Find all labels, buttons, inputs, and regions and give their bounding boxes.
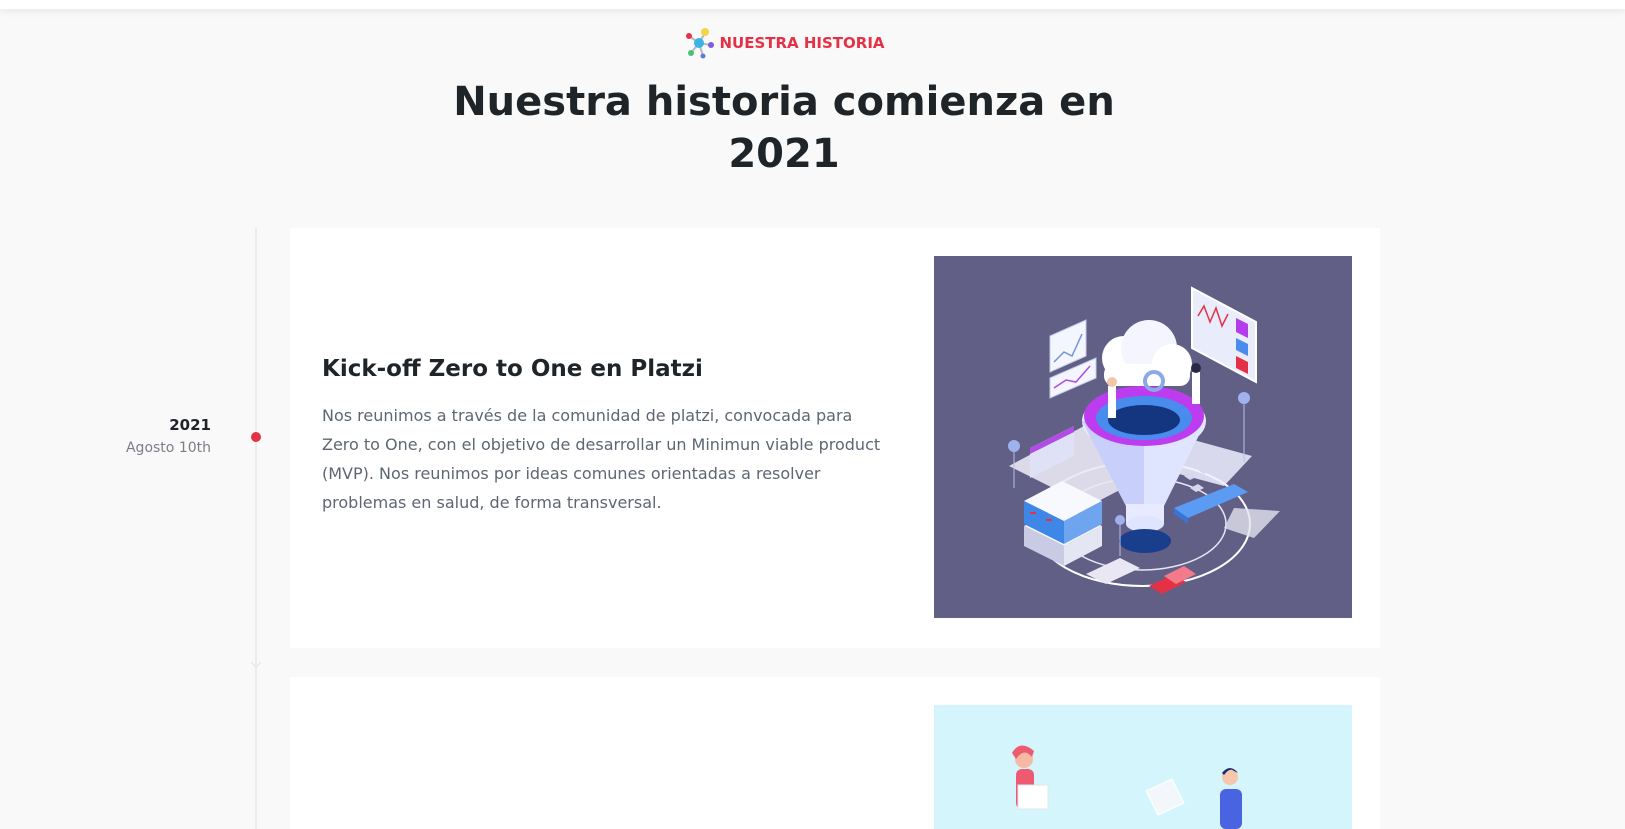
molecule-logo-icon bbox=[686, 28, 715, 59]
chevron-down-icon bbox=[250, 661, 262, 669]
card-title: Kick-off Zero to One en Platzi bbox=[322, 356, 703, 382]
page-title: Nuestra historia comienza en 2021 bbox=[0, 76, 1568, 180]
section-eyebrow-label: NUESTRA HISTORIA bbox=[719, 34, 885, 52]
timeline-date: Agosto 10th bbox=[125, 440, 211, 456]
timeline-year: 2021 bbox=[169, 416, 211, 434]
timeline-card bbox=[290, 677, 1380, 829]
funnel-illustration bbox=[1008, 286, 1280, 594]
page-title-line-1: Nuestra historia comienza en bbox=[453, 79, 1115, 125]
timeline-dot bbox=[251, 432, 261, 442]
timeline-line bbox=[255, 228, 257, 829]
team-illustration bbox=[1012, 745, 1242, 829]
card-description: Nos reunimos a través de la comunidad de… bbox=[322, 406, 881, 512]
section-eyebrow: NUESTRA HISTORIA bbox=[0, 26, 1568, 60]
card-illustration bbox=[934, 705, 1352, 829]
timeline-card: Kick-off Zero to One en Platzi Nos reuni… bbox=[290, 228, 1380, 648]
page-title-line-2: 2021 bbox=[728, 131, 840, 177]
card-illustration bbox=[934, 256, 1352, 618]
top-navbar bbox=[0, 0, 1625, 9]
